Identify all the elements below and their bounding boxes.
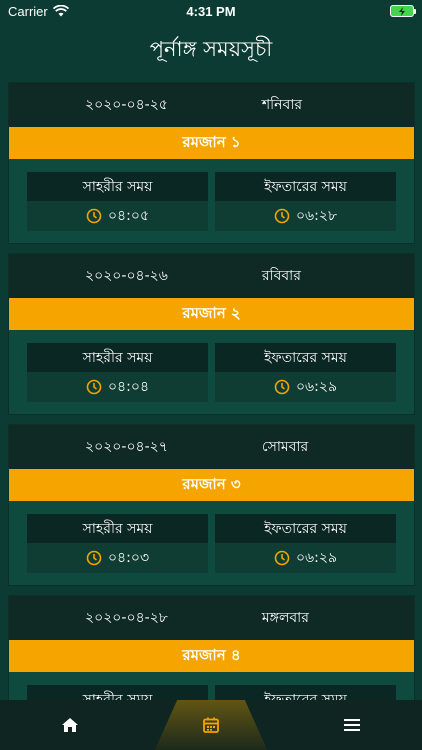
status-right [274,5,416,17]
iftar-label: ইফতারের সময় [215,172,396,201]
sehri-label: সাহরীর সময় [27,514,208,543]
iftar-value: ০৬:২৯ [215,372,396,402]
day-date: ২০২০-০৪-২৫ [85,97,168,113]
day-weekday: রবিবার [261,268,301,284]
day-weekday: সোমবার [261,439,309,455]
day-date: ২০২০-০৪-২৮ [85,610,168,626]
clock-icon [86,379,102,395]
times-row: সাহরীর সময় ০৪:০৫ ইফতারের সময় ০৬:২৮ [9,159,414,231]
home-icon [62,718,79,732]
day-card-header: ২০২০-০৪-২৭ সোমবার [9,425,414,469]
day-date: ২০২০-০৪-২৭ [84,439,168,455]
sehri-box: সাহরীর সময় ০৪:০৩ [27,514,208,573]
day-card: ২০২০-০৪-২৭ সোমবার রমজান ৩ সাহরীর সময় ০৪… [8,424,415,586]
clock-icon [274,208,290,224]
iftar-time: ০৬:২৯ [295,550,338,566]
times-row: সাহরীর সময় ০৪:০৩ ইফতারের সময় ০৬:২৯ [9,501,414,573]
iftar-time: ০৬:২৯ [295,379,338,395]
clock-icon [274,550,290,566]
calendar-icon [203,717,219,733]
sehri-box: সাহরীর সময় ০৪:০৪ [27,343,208,402]
day-weekday: শনিবার [261,97,303,113]
ramadan-label: রমজান ৩ [9,469,414,501]
iftar-time: ০৬:২৮ [295,208,338,224]
sehri-value: ০৪:০৪ [27,372,208,402]
sehri-time: ০৪:০৩ [107,550,150,566]
sehri-value: ০৪:০৫ [27,201,208,231]
iftar-value: ০৬:২৮ [215,201,396,231]
status-left: Carrier [8,4,148,19]
battery-icon [390,5,416,17]
iftar-box: ইফতারের সময় ০৬:২৮ [215,172,396,231]
clock-icon [86,208,102,224]
day-card-header: ২০২০-০৪-২৫ শনিবার [9,83,414,127]
tab-bar [0,700,422,750]
day-card: ২০২০-০৪-২৮ মঙ্গলবার রমজান ৪ সাহরীর সময় … [8,595,415,700]
carrier-label: Carrier [8,3,48,19]
iftar-box: ইফতারের সময় ০৬:২৯ [215,343,396,402]
page-title: পূর্নাঙ্গ সময়সূচী [149,36,273,61]
sehri-box: সাহরীর সময় [27,685,208,700]
sehri-time: ০৪:০৫ [107,208,150,224]
status-time: 4:31 PM [186,3,236,19]
tab-home[interactable] [0,700,141,750]
page-header: পূর্নাঙ্গ সময়সূচী [0,22,422,78]
iftar-label: ইফতারের সময় [215,343,396,372]
sehri-label: সাহরীর সময় [27,343,208,372]
ramadan-label: রমজান ১ [9,127,414,159]
sehri-label: সাহরীর সময় [27,685,208,700]
times-row: সাহরীর সময় ইফতারের সময় [9,672,414,700]
wifi-icon [52,5,69,17]
ramadan-label: রমজান ২ [9,298,414,330]
schedule-list[interactable]: ২০২০-০৪-২৫ শনিবার রমজান ১ সাহরীর সময় ০৪… [0,80,422,700]
sehri-label: সাহরীর সময় [27,172,208,201]
day-weekday: মঙ্গলবার [261,610,309,626]
sehri-value: ০৪:০৩ [27,543,208,573]
iftar-box: ইফতারের সময় [215,685,396,700]
sehri-time: ০৪:০৪ [107,379,150,395]
day-card: ২০২০-০৪-২৫ শনিবার রমজান ১ সাহরীর সময় ০৪… [8,82,415,244]
status-bar: Carrier 4:31 PM [0,0,422,22]
day-date: ২০২০-০৪-২৬ [84,268,168,284]
iftar-label: ইফতারের সময় [215,685,396,700]
day-card-header: ২০২০-০৪-২৬ রবিবার [9,254,414,298]
day-card: ২০২০-০৪-২৬ রবিবার রমজান ২ সাহরীর সময় ০৪… [8,253,415,415]
sehri-box: সাহরীর সময় ০৪:০৫ [27,172,208,231]
tab-calendar[interactable] [141,700,282,750]
clock-icon [86,550,102,566]
day-card-header: ২০২০-০৪-২৮ মঙ্গলবার [9,596,414,640]
menu-icon [343,719,360,731]
clock-icon [274,379,290,395]
iftar-value: ০৬:২৯ [215,543,396,573]
times-row: সাহরীর সময় ০৪:০৪ ইফতারের সময় ০৬:২৯ [9,330,414,402]
iftar-label: ইফতারের সময় [215,514,396,543]
ramadan-label: রমজান ৪ [9,640,414,672]
iftar-box: ইফতারের সময় ০৬:২৯ [215,514,396,573]
tab-menu[interactable] [281,700,422,750]
